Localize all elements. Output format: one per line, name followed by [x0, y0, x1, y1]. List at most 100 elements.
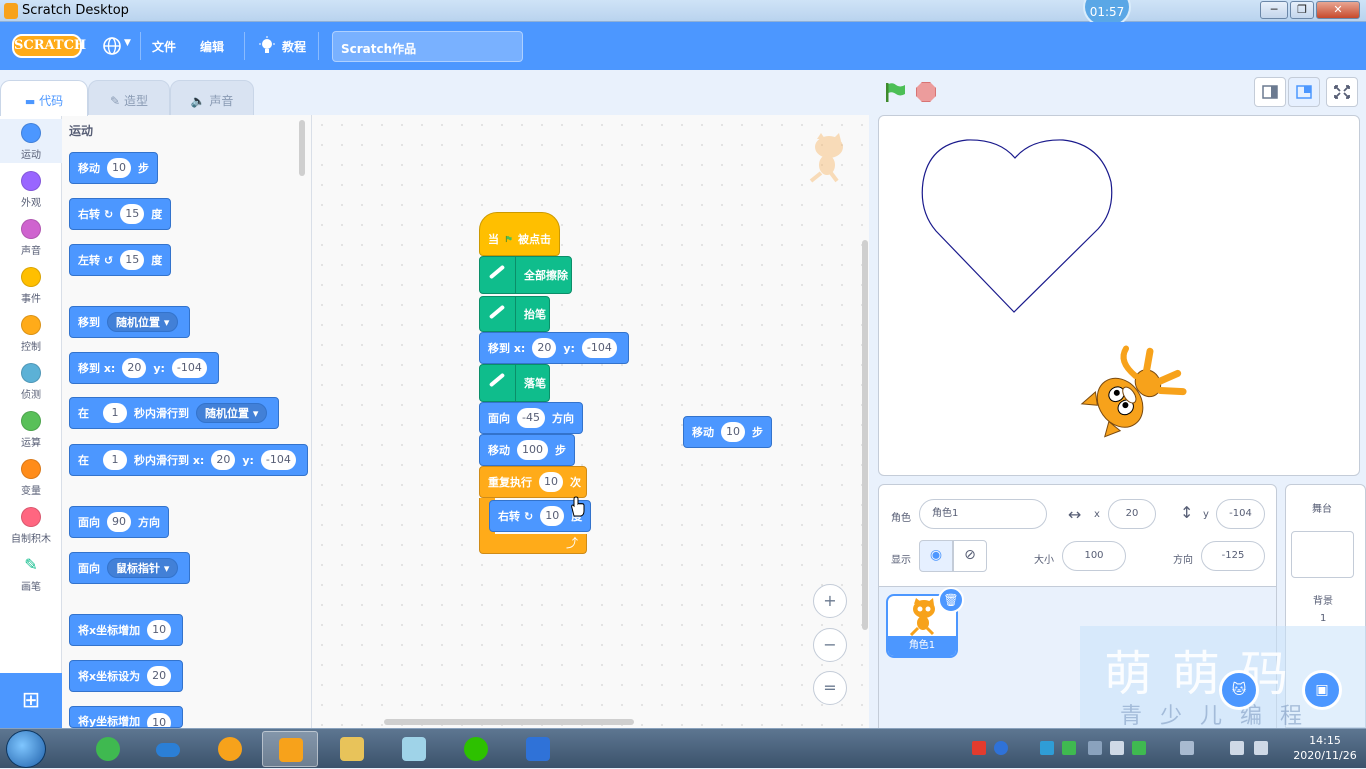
taskbar-scratch-cat[interactable] — [202, 731, 258, 767]
block-input[interactable]: 10 — [147, 620, 172, 640]
block-input[interactable]: 15 — [120, 250, 145, 270]
zoom-reset-button[interactable]: = — [813, 671, 847, 705]
zoom-out-button[interactable]: − — [813, 628, 847, 662]
goto-dropdown[interactable]: 随机位置 ▾ — [107, 312, 179, 332]
sogou-icon[interactable] — [972, 741, 986, 755]
palette-set-x[interactable]: 将x坐标设为 20 — [69, 660, 184, 692]
category-my-blocks[interactable]: 自制积木 — [0, 503, 62, 547]
palette-scrollbar[interactable] — [299, 120, 305, 176]
stage-thumbnail[interactable] — [1291, 531, 1354, 578]
taskbar-browser[interactable] — [80, 731, 136, 767]
block-input[interactable]: 10 — [107, 158, 131, 178]
palette-change-y[interactable]: 将y坐标增加 10 — [69, 706, 184, 728]
script-move-block[interactable]: 移动 100 步 — [479, 434, 575, 466]
block-input[interactable]: 20 — [147, 666, 172, 686]
security-icon[interactable] — [1132, 741, 1146, 755]
project-title-input[interactable]: Scratch作品 — [332, 31, 523, 62]
taskbar-office[interactable] — [510, 731, 566, 767]
category-looks[interactable]: 外观 — [0, 167, 62, 211]
category-events[interactable]: 事件 — [0, 263, 62, 307]
tab-costumes[interactable]: ✎ 造型 — [88, 80, 170, 116]
taskbar-explorer[interactable] — [324, 731, 380, 767]
show-hidden-button[interactable]: ⊘ — [953, 540, 987, 572]
palette-point-towards[interactable]: 面向 鼠标指针 ▾ — [69, 552, 191, 584]
palette-turn-left[interactable]: 左转 ↺ 15 度 — [69, 244, 172, 276]
block-input[interactable]: 90 — [107, 512, 131, 532]
palette-turn-right[interactable]: 右转 ↻ 15 度 — [69, 198, 172, 230]
when-flag-clicked-block[interactable]: 当 被点击 — [479, 212, 560, 256]
palette-glide[interactable]: 在 1 秒内滑行到 随机位置 ▾ — [69, 397, 280, 429]
small-stage-button[interactable] — [1254, 77, 1286, 107]
settings-icon[interactable] — [1088, 741, 1102, 755]
taskbar-wechat[interactable] — [448, 731, 504, 767]
block-input[interactable]: 15 — [120, 204, 145, 224]
bluetooth-icon[interactable] — [1180, 741, 1194, 755]
fullscreen-button[interactable] — [1326, 77, 1358, 107]
signal-icon[interactable] — [1230, 741, 1244, 755]
green-flag-button[interactable] — [884, 82, 906, 102]
palette-goto[interactable]: 移到 随机位置 ▾ — [69, 306, 191, 338]
direction-input[interactable]: -125 — [1201, 541, 1265, 571]
category-operators[interactable]: 运算 — [0, 407, 62, 451]
category-sound[interactable]: 声音 — [0, 215, 62, 259]
block-input[interactable]: 20 — [532, 338, 557, 358]
category-control[interactable]: 控制 — [0, 311, 62, 355]
block-input[interactable]: 10 — [539, 472, 563, 492]
choose-backdrop-button[interactable]: ▣ — [1302, 670, 1342, 710]
pen-clear-block[interactable]: 全部擦除 — [479, 256, 572, 294]
taskbar-onedrive[interactable] — [140, 731, 196, 767]
loose-move-block[interactable]: 移动 10 步 — [683, 416, 772, 448]
script-horizontal-scrollbar[interactable] — [384, 719, 634, 725]
block-input[interactable]: 10 — [147, 713, 172, 727]
block-input[interactable]: 1 — [103, 450, 127, 470]
close-button[interactable]: ✕ — [1316, 1, 1360, 19]
script-vertical-scrollbar[interactable] — [862, 240, 868, 630]
scratch-logo[interactable]: SCRATCH — [12, 34, 86, 58]
point-towards-dropdown[interactable]: 鼠标指针 ▾ — [107, 558, 179, 578]
menu-edit[interactable]: 编辑 — [200, 38, 224, 55]
block-input[interactable]: 1 — [103, 403, 127, 423]
category-sensing[interactable]: 侦测 — [0, 359, 62, 403]
script-area[interactable] — [312, 115, 869, 728]
y-position-input[interactable]: -104 — [1216, 499, 1265, 529]
category-variables[interactable]: 变量 — [0, 455, 62, 499]
palette-change-x[interactable]: 将x坐标增加 10 — [69, 614, 184, 646]
zoom-in-button[interactable]: + — [813, 584, 847, 618]
block-input[interactable]: 10 — [540, 506, 565, 526]
block-input[interactable]: -104 — [260, 450, 296, 470]
block-input[interactable]: 20 — [211, 450, 236, 470]
block-input[interactable]: -104 — [581, 338, 617, 358]
maximize-button[interactable]: ❐ — [1290, 1, 1314, 19]
taskbar-scratch-desktop[interactable] — [262, 731, 318, 767]
category-motion[interactable]: 运动 — [0, 119, 62, 163]
add-extension-button[interactable]: ⊞ — [0, 673, 62, 728]
show-visible-button[interactable]: ◉ — [919, 540, 953, 572]
taskbar-notepad[interactable] — [386, 731, 442, 767]
minimize-button[interactable]: ─ — [1260, 1, 1288, 19]
script-goto-xy-block[interactable]: 移到 x: 20 y: -104 — [479, 332, 629, 364]
normal-stage-button[interactable] — [1288, 77, 1320, 107]
delete-sprite-button[interactable]: 🗑 — [938, 587, 964, 613]
tab-sounds[interactable]: 🔈 声音 — [170, 80, 254, 116]
block-input[interactable]: -45 — [517, 408, 545, 428]
stop-button[interactable] — [916, 82, 936, 102]
repeat-block[interactable]: 重复执行 10 次 — [479, 466, 587, 498]
menu-tutorials[interactable]: 教程 — [282, 38, 306, 55]
palette-move-steps[interactable]: 移动 10 步 — [69, 152, 158, 184]
menu-file[interactable]: 文件 — [152, 38, 176, 55]
battery-icon[interactable] — [1062, 741, 1076, 755]
script-point-direction-block[interactable]: 面向 -45 方向 — [479, 402, 583, 434]
pen-up-block[interactable]: 抬笔 — [479, 296, 550, 332]
palette-point-direction[interactable]: 面向 90 方向 — [69, 506, 169, 538]
palette-goto-xy[interactable]: 移到 x: 20 y: -104 — [69, 352, 219, 384]
size-input[interactable]: 100 — [1062, 541, 1126, 571]
taskbar-clock[interactable]: 14:15 2020/11/26 — [1290, 733, 1360, 763]
help-icon[interactable] — [994, 741, 1008, 755]
tab-code[interactable]: ▬ 代码 — [0, 80, 88, 116]
shield-icon[interactable] — [1110, 741, 1124, 755]
network-box-icon[interactable] — [1040, 741, 1054, 755]
globe-icon[interactable] — [102, 36, 122, 56]
x-position-input[interactable]: 20 — [1108, 499, 1156, 529]
block-input[interactable]: -104 — [171, 358, 207, 378]
sprite-name-input[interactable]: 角色1 — [919, 499, 1047, 529]
